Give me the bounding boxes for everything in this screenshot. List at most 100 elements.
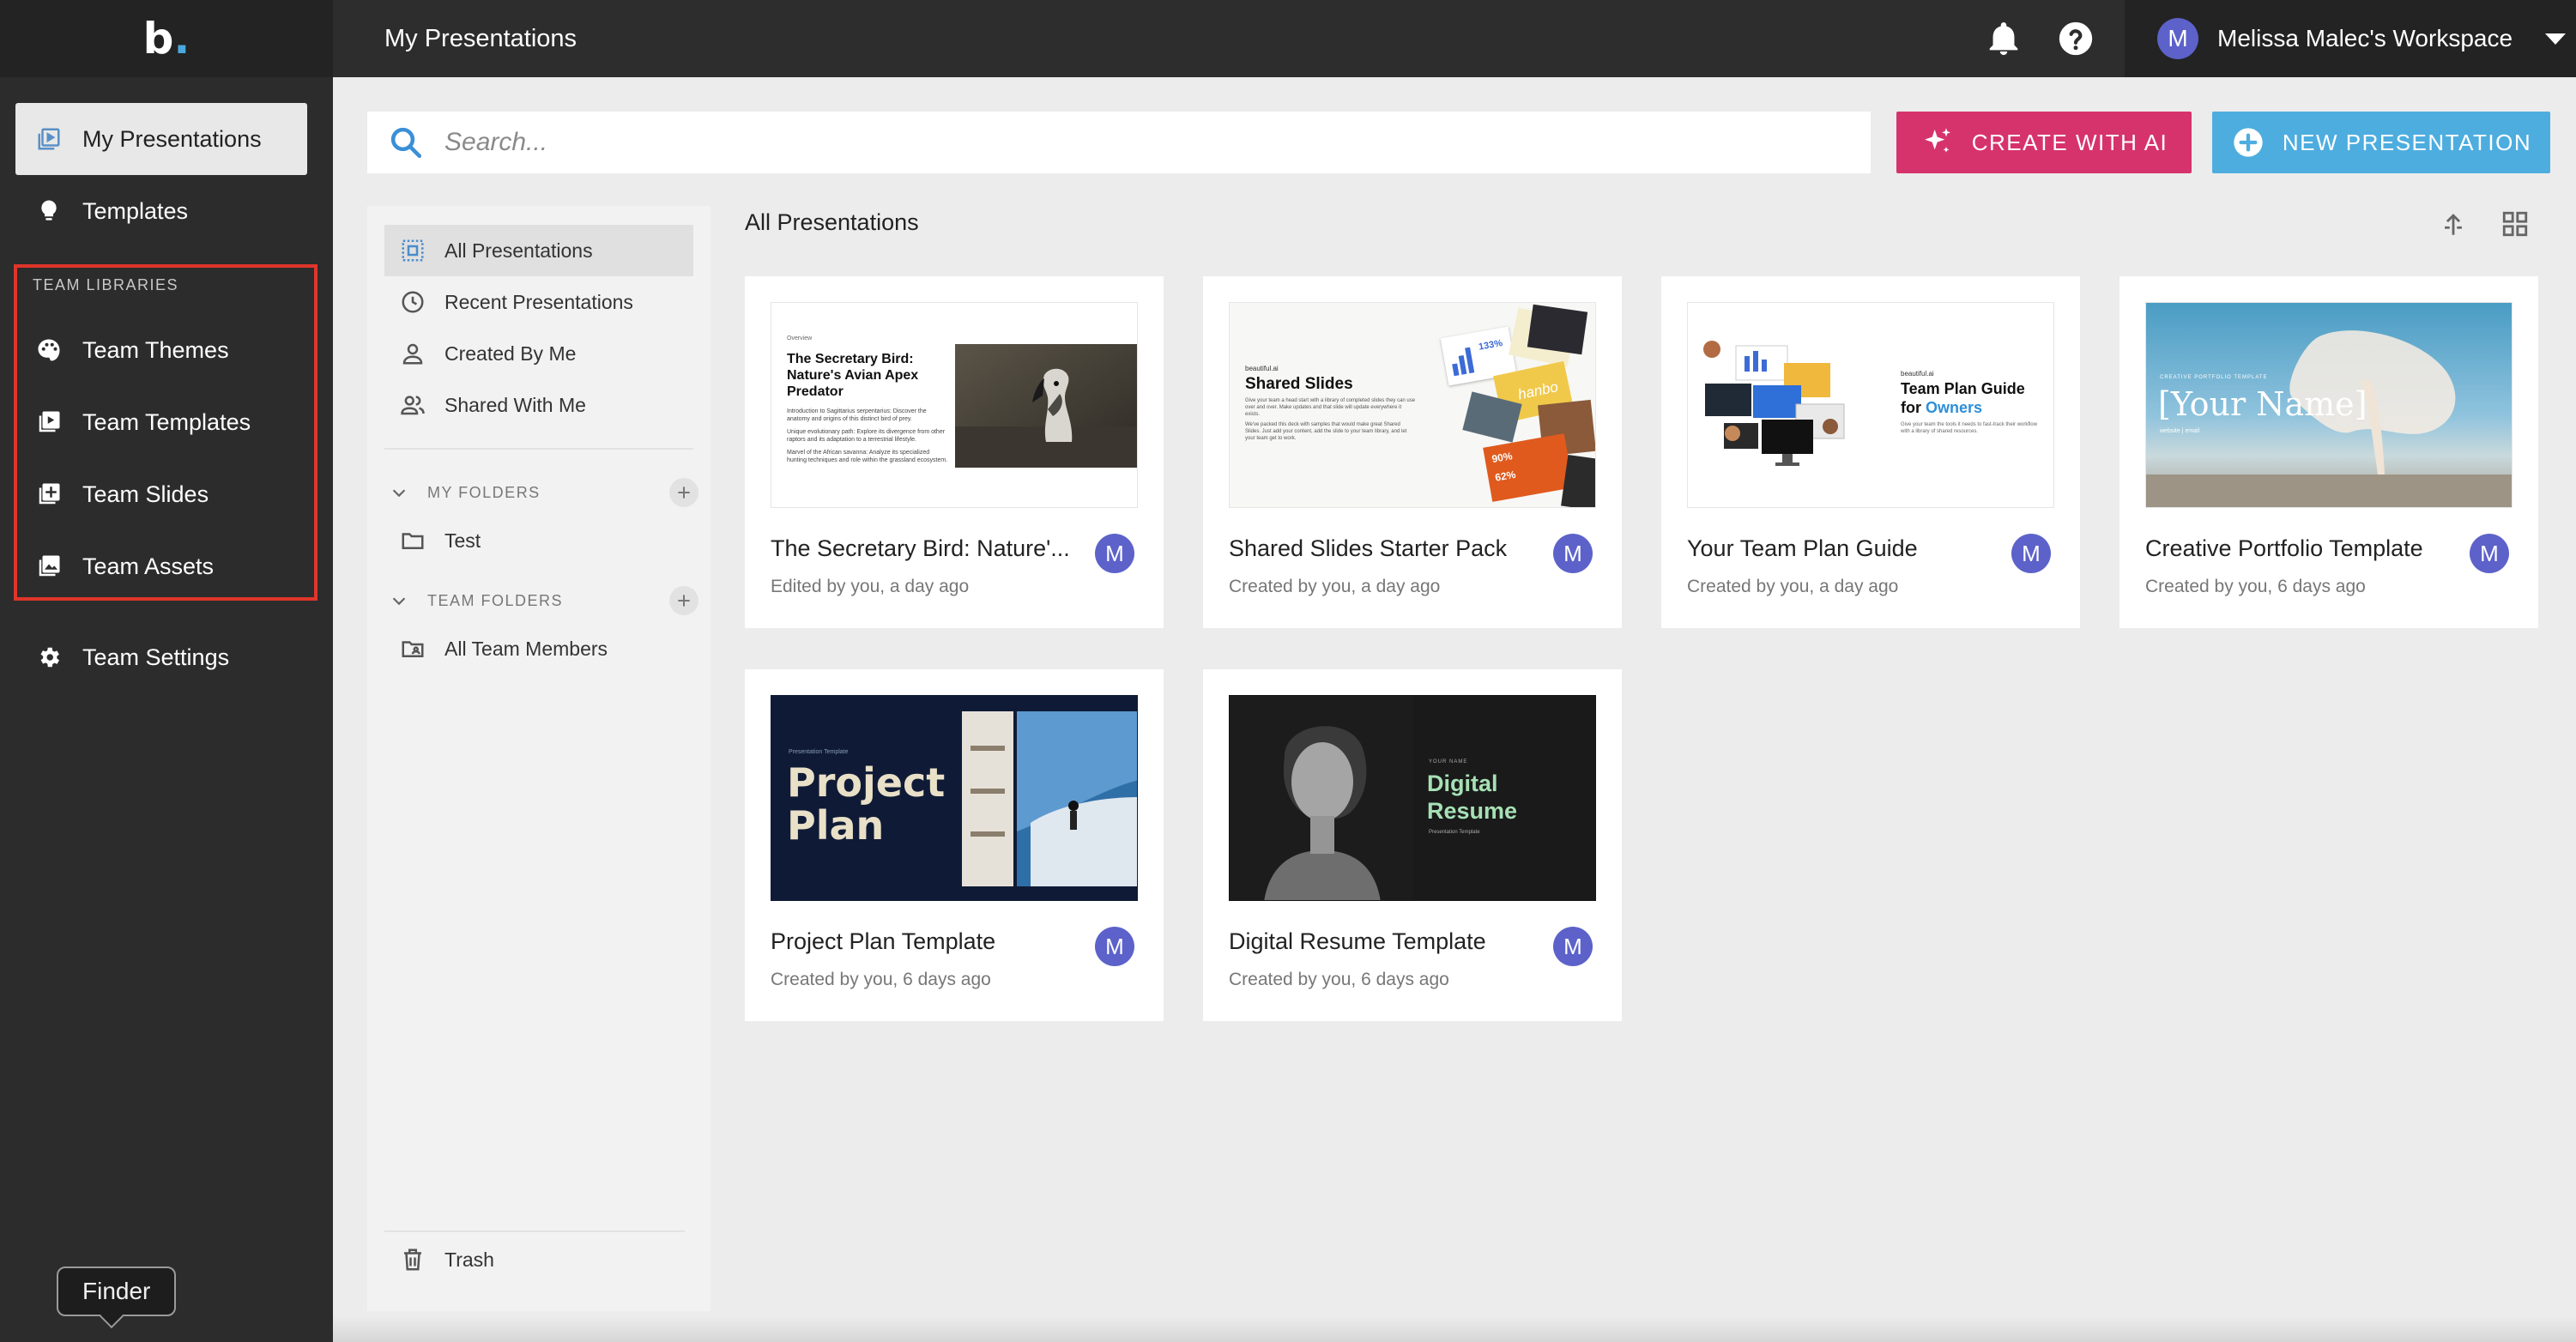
card-title[interactable]: Creative Portfolio Template xyxy=(2145,535,2454,562)
filter-label: Created By Me xyxy=(444,342,577,365)
folder-label: Test xyxy=(444,529,481,552)
avatar: M xyxy=(2470,534,2509,573)
card-subtitle: Created by you, 6 days ago xyxy=(2145,577,2366,596)
sort-icon[interactable] xyxy=(2439,209,2468,239)
filter-all-presentations[interactable]: All Presentations xyxy=(384,225,693,276)
add-slide-icon xyxy=(34,480,63,509)
grid-view-icon[interactable] xyxy=(2500,209,2530,239)
thumb-stat: 90% xyxy=(1491,450,1514,466)
thumbnail-project-plan: Presentation Template Project Plan xyxy=(771,695,1138,901)
thumbnail-creative-portfolio: CREATIVE PORTFOLIO TEMPLATE [Your Name] … xyxy=(2145,302,2513,508)
trash-item[interactable]: Trash xyxy=(384,1234,693,1285)
card-subtitle: Created by you, 6 days ago xyxy=(1229,970,1449,989)
sidebar-item-my-presentations[interactable]: My Presentations xyxy=(15,103,307,175)
sidebar-item-team-assets[interactable]: Team Assets xyxy=(15,530,307,602)
bell-icon[interactable] xyxy=(1984,19,2023,58)
plus-icon xyxy=(678,487,690,499)
presentation-card[interactable]: beautiful.ai Shared Slides Give your tea… xyxy=(1203,276,1622,628)
presentation-card[interactable]: Presentation Template Project Plan Proje… xyxy=(745,669,1164,1021)
folder-all-team-members[interactable]: All Team Members xyxy=(384,623,693,674)
folder-label: All Team Members xyxy=(444,637,608,660)
filter-recent-presentations[interactable]: Recent Presentations xyxy=(384,276,693,328)
sidebar-item-team-themes[interactable]: Team Themes xyxy=(15,314,307,386)
sidebar-item-team-slides[interactable]: Team Slides xyxy=(15,458,307,530)
thumb-bullet: Unique evolutionary path: Explore its di… xyxy=(787,429,946,443)
dotted-square-icon xyxy=(402,239,424,262)
workspace-name: Melissa Malec's Workspace xyxy=(2217,25,2513,51)
my-folders-header[interactable]: MY FOLDERS xyxy=(390,475,698,510)
sidebar-item-team-settings[interactable]: Team Settings xyxy=(15,621,307,693)
folder-test[interactable]: Test xyxy=(384,515,693,566)
people-icon xyxy=(401,396,425,415)
image-icon xyxy=(34,552,63,581)
thumb-stat: 62% xyxy=(1494,468,1517,484)
card-title[interactable]: Digital Resume Template xyxy=(1229,928,1538,955)
presentation-card[interactable]: CREATIVE PORTFOLIO TEMPLATE [Your Name] … xyxy=(2119,276,2538,628)
filter-created-by-me[interactable]: Created By Me xyxy=(384,328,693,379)
new-presentation-button[interactable]: NEW PRESENTATION xyxy=(2212,112,2550,173)
team-folders-heading: TEAM FOLDERS xyxy=(427,591,564,609)
card-title[interactable]: Shared Slides Starter Pack xyxy=(1229,535,1538,562)
chevron-down-icon xyxy=(392,597,406,606)
logo[interactable]: b. xyxy=(0,0,333,77)
team-libraries-heading: TEAM LIBRARIES xyxy=(33,276,179,293)
help-icon[interactable] xyxy=(2056,19,2095,58)
thumb-body: Give your team a head start with a libra… xyxy=(1245,398,1416,417)
workspace-switcher[interactable]: M Melissa Malec's Workspace xyxy=(2125,0,2576,77)
add-circle-icon xyxy=(2234,128,2263,157)
thumb-line: Project xyxy=(787,759,946,806)
avatar: M xyxy=(1553,534,1593,573)
add-team-folder-button[interactable] xyxy=(669,586,698,615)
thumb-kicker: YOUR NAME xyxy=(1429,759,1468,765)
avatar: M xyxy=(1095,927,1134,966)
avatar: M xyxy=(1095,534,1134,573)
play-square-icon xyxy=(34,408,63,437)
thumb-accent: Owners xyxy=(1926,399,1983,416)
presentation-card[interactable]: Overview The Secretary Bird: Nature's Av… xyxy=(745,276,1164,628)
sidebar-item-label: Team Templates xyxy=(82,408,251,435)
presentation-card[interactable]: YOUR NAME Digital Resume Presentation Te… xyxy=(1203,669,1622,1021)
mini-slide-black xyxy=(1561,454,1595,507)
avatar: M xyxy=(2011,534,2051,573)
thumbnail-digital-resume: YOUR NAME Digital Resume Presentation Te… xyxy=(1229,695,1596,901)
sidebar-item-label: Team Slides xyxy=(82,481,209,507)
thumb-brand: beautiful.ai xyxy=(1901,370,1934,378)
thumb-brand: beautiful.ai xyxy=(1245,365,1279,372)
filter-shared-with-me[interactable]: Shared With Me xyxy=(384,379,693,431)
card-subtitle: Created by you, a day ago xyxy=(1687,577,1899,596)
search-icon xyxy=(390,127,422,159)
thumb-line: Digital xyxy=(1427,771,1498,796)
sidebar-item-label: My Presentations xyxy=(82,125,262,152)
sidebar-item-label: Team Themes xyxy=(82,336,229,363)
thumbnail-team-plan-guide: beautiful.ai Team Plan Guide for Owners … xyxy=(1687,302,2054,508)
create-with-ai-button[interactable]: CREATE WITH AI xyxy=(1896,112,2192,173)
folder-panel: All Presentations Recent Presentations C… xyxy=(367,206,711,1311)
card-title[interactable]: The Secretary Bird: Nature'... xyxy=(771,535,1079,562)
filter-label: Shared With Me xyxy=(444,393,586,416)
search-input[interactable] xyxy=(444,128,1817,157)
avatar: M xyxy=(2157,18,2198,59)
search-bar[interactable] xyxy=(367,112,1871,173)
sidebar-item-templates[interactable]: Templates xyxy=(15,175,307,247)
thumb-bullet: Marvel of the African savanna: Analyze i… xyxy=(787,450,948,463)
bottom-edge xyxy=(333,1316,2576,1342)
team-folders-header[interactable]: TEAM FOLDERS xyxy=(390,583,698,618)
finder-tooltip: Finder xyxy=(57,1266,177,1316)
card-title[interactable]: Project Plan Template xyxy=(771,928,1079,955)
portrait-photo xyxy=(1230,696,1413,900)
thumb-body: We've packed this deck with samples that… xyxy=(1245,422,1407,441)
sidebar-item-team-templates[interactable]: Team Templates xyxy=(15,386,307,458)
filter-label: All Presentations xyxy=(444,239,593,262)
trash-label: Trash xyxy=(444,1248,494,1271)
avatar: M xyxy=(1553,927,1593,966)
card-title[interactable]: Your Team Plan Guide xyxy=(1687,535,1996,562)
thumb-heading: Team Plan Guide xyxy=(1901,380,2025,397)
add-folder-button[interactable] xyxy=(669,478,698,507)
trash-icon xyxy=(404,1248,421,1271)
sidebar-item-label: Team Settings xyxy=(82,644,230,670)
presentation-card[interactable]: beautiful.ai Team Plan Guide for Owners … xyxy=(1661,276,2080,628)
thumb-overview: Overview xyxy=(787,336,813,342)
thumb-line: Plan xyxy=(787,802,885,849)
thumb-word: hanbo xyxy=(1516,378,1560,403)
thumb-kicker: Presentation Template xyxy=(789,749,849,755)
